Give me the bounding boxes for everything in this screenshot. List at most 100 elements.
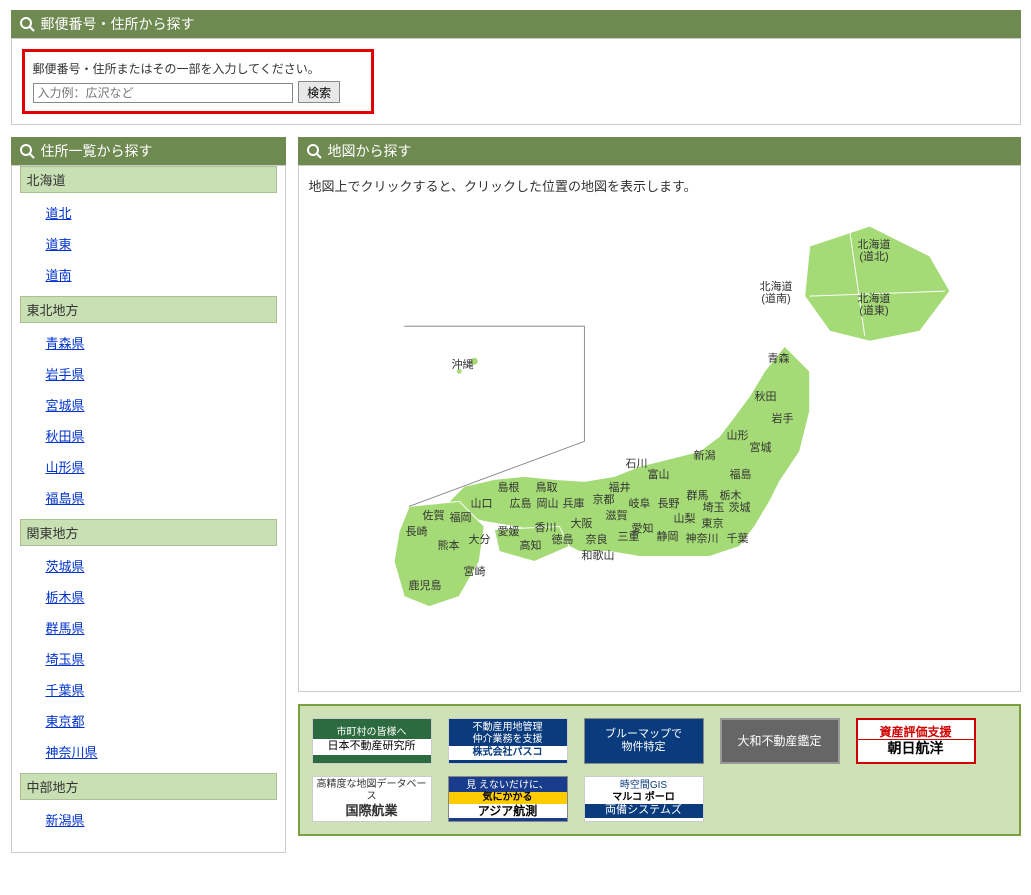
map-region-label[interactable]: 長野 [658, 498, 680, 510]
map-region-label[interactable]: 青森 [768, 353, 790, 365]
map-region-label[interactable]: 京都 [593, 494, 615, 506]
ad-banner[interactable]: 市町村の皆様へ日本不動産研究所 [312, 718, 432, 764]
map-region-label[interactable]: 群馬 [687, 490, 709, 502]
map-region-label[interactable]: 福島 [730, 469, 752, 481]
prefecture-link[interactable]: 千葉県 [46, 683, 85, 698]
search-icon [19, 16, 35, 32]
list-item: 栃木県 [12, 581, 285, 612]
ad-banner[interactable]: ブルーマップで物件特定 [584, 718, 704, 764]
map-region-label[interactable]: 愛媛 [498, 526, 520, 538]
map-region-label[interactable]: 岐阜 [629, 498, 651, 510]
map-region-label[interactable]: 鹿児島 [409, 580, 442, 592]
ad-banner[interactable]: 時空間GISマルコ ポーロ両備システムズ [584, 776, 704, 822]
map-region-label[interactable]: 長崎 [406, 526, 428, 538]
ad-banner[interactable]: 不動産用地管理仲介業務を支援株式会社パスコ [448, 718, 568, 764]
map-region-label[interactable]: 広島 [510, 498, 532, 510]
list-item: 茨城県 [12, 550, 285, 581]
map-region-label[interactable]: 島根 [498, 482, 520, 494]
map-region-label[interactable]: 富山 [648, 469, 670, 481]
search-icon [306, 143, 322, 159]
map-region-label[interactable]: 栃木 [720, 490, 742, 502]
prefecture-link[interactable]: 道東 [46, 237, 72, 252]
search-box: 郵便番号・住所またはその一部を入力してください。 検索 [22, 49, 374, 114]
list-item: 神奈川県 [12, 736, 285, 767]
map-region-label[interactable]: 茨城 [729, 502, 751, 514]
map-region-label[interactable]: 奈良 [586, 534, 608, 546]
map-region-label[interactable]: 埼玉 [703, 502, 725, 514]
ad-banner[interactable]: 高精度な地図データベース国際航業 [312, 776, 432, 822]
search-icon [19, 143, 35, 159]
map-region-label[interactable]: 大阪 [571, 518, 593, 530]
prefecture-link[interactable]: 道北 [46, 206, 72, 221]
map-region-label[interactable]: 兵庫 [563, 498, 585, 510]
prefecture-link[interactable]: 埼玉県 [46, 652, 85, 667]
map-region-label[interactable]: 沖縄 [452, 359, 474, 371]
prefecture-link[interactable]: 青森県 [46, 336, 85, 351]
prefecture-link[interactable]: 新潟県 [46, 813, 85, 828]
list-item: 秋田県 [12, 420, 285, 451]
map-region-label[interactable]: 熊本 [438, 540, 460, 552]
ad-banner[interactable]: 資産評価支援朝日航洋 [856, 718, 976, 764]
map-region-label[interactable]: 徳島 [552, 534, 574, 546]
map-region-label[interactable]: 新潟 [694, 450, 716, 462]
map-region-label[interactable]: 宮城 [750, 442, 772, 454]
map-region-label[interactable]: 北海道(道北) [858, 239, 891, 263]
prefecture-link[interactable]: 福島県 [46, 491, 85, 506]
search-input[interactable] [33, 83, 293, 103]
prefecture-link[interactable]: 道南 [46, 268, 72, 283]
prefecture-link[interactable]: 茨城県 [46, 559, 85, 574]
map-region-label[interactable]: 静岡 [657, 531, 679, 543]
map-region-label[interactable]: 山口 [471, 498, 493, 510]
map-region-label[interactable]: 北海道(道南) [760, 281, 793, 305]
map-region-label[interactable]: 高知 [520, 540, 542, 552]
list-item: 岩手県 [12, 358, 285, 389]
prefecture-link[interactable]: 東京都 [46, 714, 85, 729]
map-region-label[interactable]: 神奈川 [686, 533, 719, 545]
map-region-label[interactable]: 宮崎 [464, 566, 486, 578]
list-item: 道南 [12, 259, 285, 290]
map-region-label[interactable]: 山梨 [674, 513, 696, 525]
map-region-label[interactable]: 佐賀 [423, 510, 445, 522]
prefecture-link[interactable]: 群馬県 [46, 621, 85, 636]
prefecture-link[interactable]: 栃木県 [46, 590, 85, 605]
map-region-label[interactable]: 北海道(道東) [858, 293, 891, 317]
region-header: 東北地方 [20, 296, 277, 323]
prefecture-link[interactable]: 秋田県 [46, 429, 85, 444]
map-region-label[interactable]: 福井 [609, 482, 631, 494]
search-panel-body: 郵便番号・住所またはその一部を入力してください。 検索 [11, 38, 1021, 125]
list-item: 宮城県 [12, 389, 285, 420]
map-region-label[interactable]: 香川 [535, 522, 557, 534]
ad-banner[interactable]: 見 えないだけに、気にかかるアジア航測 [448, 776, 568, 822]
list-panel-title: 住所一覧から探す [41, 141, 153, 161]
list-item: 道北 [12, 197, 285, 228]
list-item: 群馬県 [12, 612, 285, 643]
map-region-label[interactable]: 山形 [727, 430, 749, 442]
map-region-label[interactable]: 千葉 [727, 533, 749, 545]
map-region-label[interactable]: 岡山 [537, 498, 559, 510]
map-region-label[interactable]: 秋田 [755, 391, 777, 403]
prefecture-link[interactable]: 神奈川県 [46, 745, 98, 760]
map-region-label[interactable]: 鳥取 [536, 482, 558, 494]
prefecture-link[interactable]: 岩手県 [46, 367, 85, 382]
prefecture-link[interactable]: 山形県 [46, 460, 85, 475]
map-note: 地図上でクリックすると、クリックした位置の地図を表示します。 [309, 176, 1010, 195]
search-panel-title: 郵便番号・住所から探す [41, 14, 195, 34]
ad-banner[interactable]: 大和不動産鑑定 [720, 718, 840, 764]
map-region-label[interactable]: 三重 [618, 531, 640, 543]
prefecture-link[interactable]: 宮城県 [46, 398, 85, 413]
list-item: 千葉県 [12, 674, 285, 705]
map-region-label[interactable]: 東京 [702, 518, 724, 530]
map-region-label[interactable]: 滋賀 [606, 510, 628, 522]
banner-area: 市町村の皆様へ日本不動産研究所不動産用地管理仲介業務を支援株式会社パスコブルーマ… [298, 704, 1021, 836]
list-item: 山形県 [12, 451, 285, 482]
japan-map[interactable]: 北海道(道北)北海道(道南)北海道(道東)青森沖縄秋田岩手山形宮城新潟石川富山福… [309, 201, 1010, 681]
map-region-label[interactable]: 福岡 [450, 512, 472, 524]
map-region-label[interactable]: 大分 [469, 534, 491, 546]
address-list-scroll[interactable]: 北海道道北道東道南東北地方青森県岩手県宮城県秋田県山形県福島県関東地方茨城県栃木… [12, 166, 285, 852]
map-region-label[interactable]: 和歌山 [582, 550, 615, 562]
map-region-label[interactable]: 石川 [626, 458, 648, 470]
search-button[interactable]: 検索 [298, 81, 340, 103]
region-header: 関東地方 [20, 519, 277, 546]
map-region-label[interactable]: 岩手 [772, 413, 794, 425]
map-panel-title: 地図から探す [328, 141, 412, 161]
